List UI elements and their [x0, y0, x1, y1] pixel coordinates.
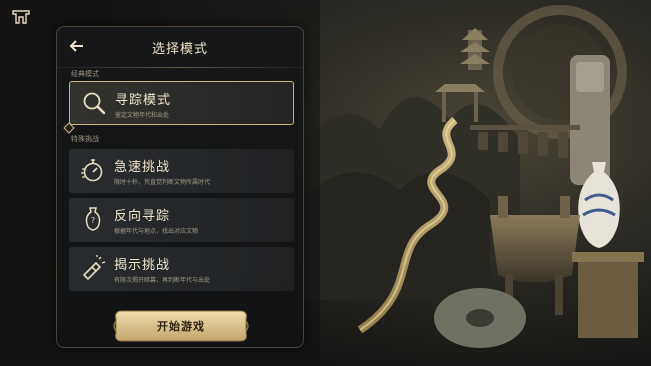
mode-name: 揭示挑战	[114, 258, 171, 273]
start-game-button[interactable]: 开始游戏	[112, 309, 250, 343]
mode-name: 反向寻踪	[114, 209, 171, 224]
stopwatch-icon	[81, 159, 103, 182]
mode-name: 寻踪模式	[115, 93, 172, 108]
mode-option-speed[interactable]: 急速挑战 限时十秒，凭直觉判断文物所属时代	[69, 149, 294, 193]
vase-icon: ?	[85, 207, 101, 231]
mode-option-reveal[interactable]: 揭示挑战 有限次揭开暗幕，再判断年代与出处	[69, 247, 294, 291]
mode-name: 急速挑战	[114, 160, 171, 175]
magnifier-icon	[83, 92, 106, 115]
mode-description: 根据年代与地点，找出对应文物	[114, 228, 199, 235]
page-title: 选择模式	[151, 42, 208, 57]
section-label-special: 特殊挑战	[71, 135, 99, 143]
mode-select-panel: 选择模式 经典模式 寻踪模式 鉴定文物年代和出处 特殊挑战 急速挑战 限时十秒，…	[56, 26, 304, 348]
section-label-classic: 经典模式	[71, 70, 99, 78]
mode-description: 鉴定文物年代和出处	[115, 112, 170, 119]
mode-option-reverse[interactable]: ? 反向寻踪 根据年代与地点，找出对应文物	[69, 198, 294, 242]
app-logo-icon	[12, 10, 30, 24]
mode-option-trace[interactable]: 寻踪模式 鉴定文物年代和出处	[69, 81, 294, 125]
start-game-label: 开始游戏	[157, 320, 205, 333]
svg-text:?: ?	[91, 216, 95, 225]
header-divider	[57, 67, 303, 68]
mode-description: 有限次揭开暗幕，再判断年代与出处	[114, 277, 211, 284]
mode-description: 限时十秒，凭直觉判断文物所属时代	[114, 179, 211, 186]
panel-header: 选择模式	[57, 27, 303, 67]
flashlight-icon	[82, 255, 106, 281]
